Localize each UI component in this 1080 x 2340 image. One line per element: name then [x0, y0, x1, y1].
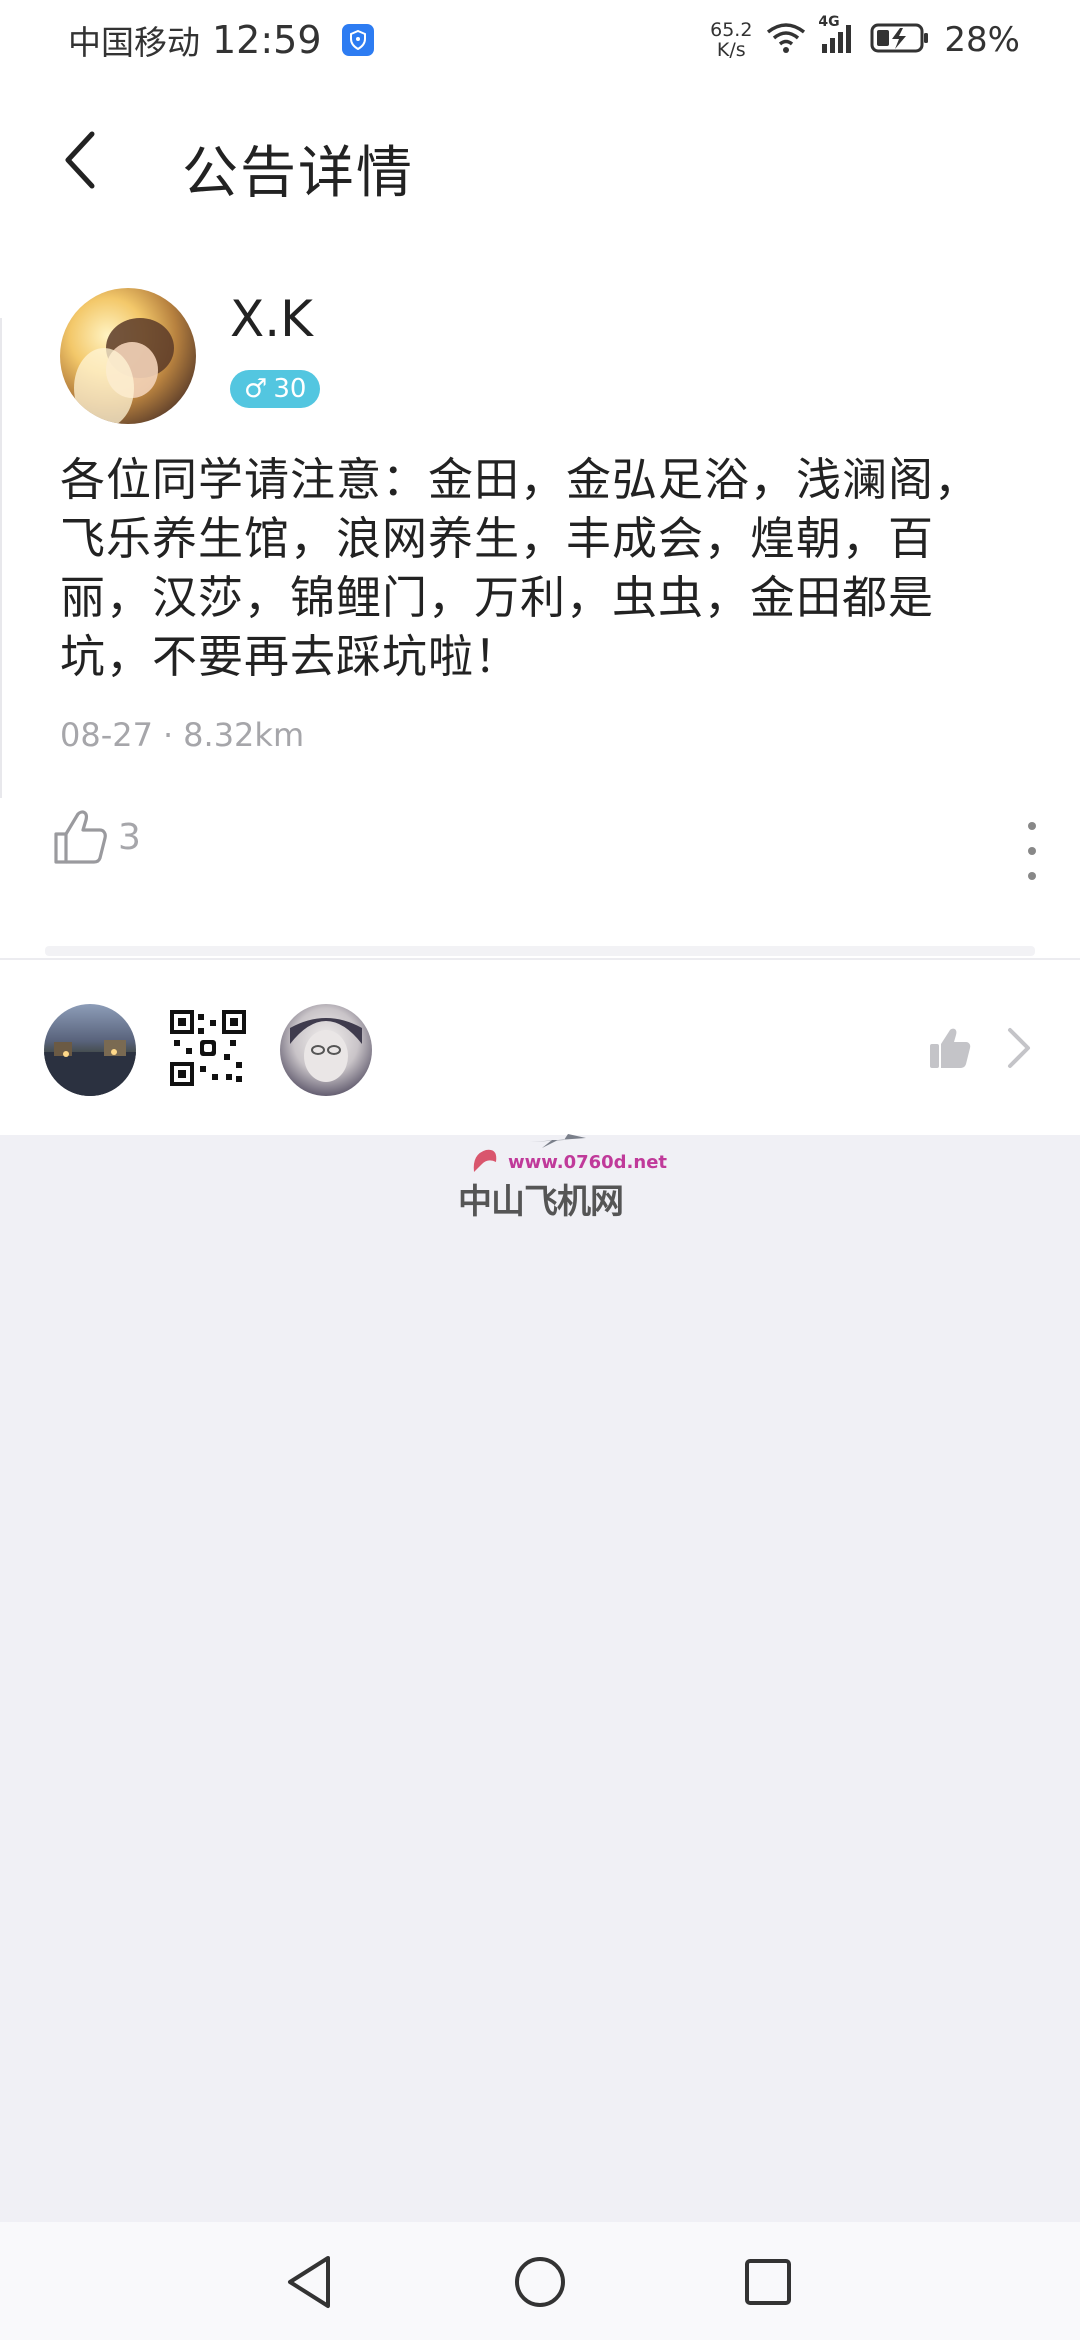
back-button[interactable]: [50, 128, 110, 192]
watermark-logo: www.0760d.net 中山飞机网: [458, 1130, 667, 1222]
more-dot: [1028, 822, 1036, 830]
qr-code-icon: [170, 1010, 246, 1086]
more-dot: [1028, 872, 1036, 880]
clock: 12:59: [212, 18, 322, 62]
liker-avatar[interactable]: [44, 1004, 136, 1096]
cellular-signal-icon: 4G: [818, 14, 856, 58]
nav-home-button[interactable]: [508, 2250, 572, 2314]
system-navigation-bar: [0, 2222, 1080, 2340]
chevron-right-icon[interactable]: [1006, 1026, 1032, 1074]
page-title: 公告详情: [182, 141, 414, 206]
chevron-left-icon: [65, 131, 95, 189]
more-options-button[interactable]: [1022, 822, 1042, 880]
thumbs-up-outline-icon: [54, 810, 107, 864]
top-app-bar: 公告详情: [0, 110, 1080, 210]
battery-percentage: 28%: [944, 20, 1020, 60]
wifi-icon: [766, 22, 806, 58]
battery-charging-icon: [870, 22, 930, 58]
thumbs-up-filled-icon: [928, 1026, 972, 1074]
liker-avatar[interactable]: [280, 1004, 372, 1096]
security-shield-icon: [341, 24, 374, 56]
left-divider: [0, 318, 2, 798]
liker-avatar-qr[interactable]: [170, 1010, 246, 1086]
circle-home-icon: [515, 2257, 565, 2307]
author-avatar[interactable]: [60, 288, 196, 424]
more-dot: [1028, 847, 1036, 855]
carrier-name: 中国移动: [68, 23, 200, 62]
nav-recents-button[interactable]: [736, 2250, 800, 2314]
author-name[interactable]: X.K: [230, 290, 313, 348]
nav-back-button[interactable]: [278, 2250, 342, 2314]
like-count: 3: [118, 816, 141, 858]
age-label: 30: [273, 374, 307, 404]
square-recents-icon: [745, 2259, 791, 2305]
post-date: 08-27: [60, 716, 153, 754]
gender-age-badge: ♂ 30: [230, 370, 321, 408]
divider-line: [0, 958, 1080, 960]
like-button[interactable]: 3: [52, 808, 141, 866]
status-bar: 中国移动 12:59 65.2 K/s 4G 28%: [0, 0, 1080, 80]
section-divider: [45, 946, 1035, 956]
network-speed: 65.2 K/s: [710, 19, 753, 61]
post-distance: 8.32km: [183, 716, 305, 754]
post-content: 各位同学请注意：金田，金弘足浴，浅澜阁，飞乐养生馆，浪网养生，丰成会，煌朝，百丽…: [60, 453, 981, 683]
post-meta: 08-27 · 8.32km: [60, 716, 305, 754]
triangle-back-icon: [288, 2256, 330, 2308]
male-icon: ♂: [244, 374, 268, 404]
